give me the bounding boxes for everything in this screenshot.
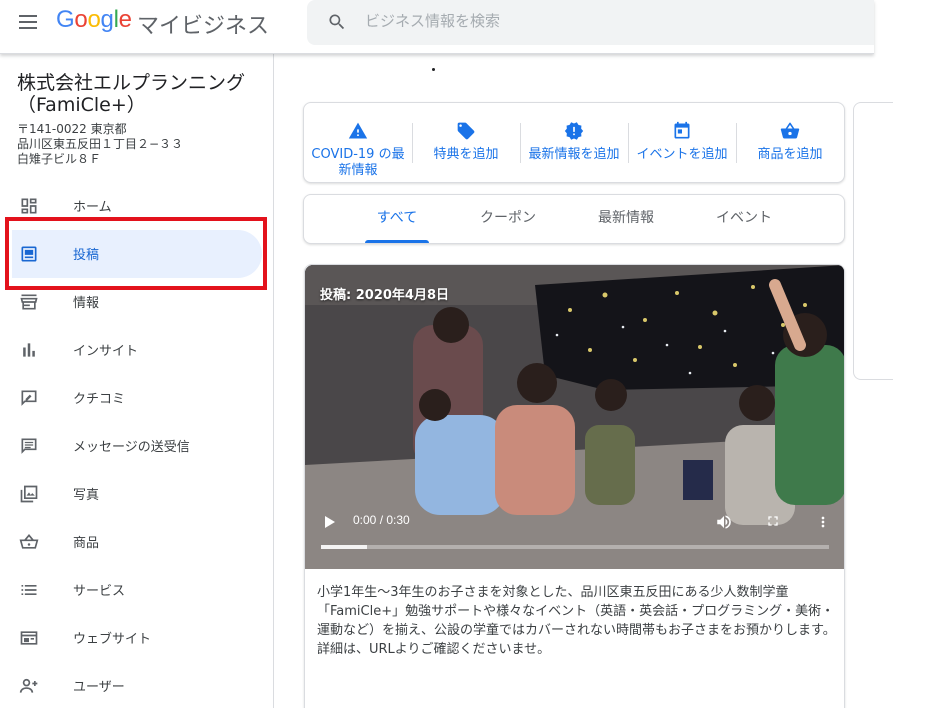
sidebar-item-label: クチコミ xyxy=(73,392,126,407)
storefront-icon xyxy=(20,294,38,310)
basket-icon xyxy=(780,122,800,139)
sidebar-item-reviews[interactable]: クチコミ xyxy=(0,374,262,422)
calendar-icon xyxy=(674,121,690,139)
volume-icon[interactable] xyxy=(715,513,733,531)
add-offer-button[interactable]: 特典を追加 xyxy=(412,103,520,184)
action-label: 特典を追加 xyxy=(433,147,499,162)
google-logo[interactable]: Google xyxy=(56,6,132,34)
search-bar[interactable] xyxy=(307,0,874,45)
sidebar-item-label: 写真 xyxy=(73,488,100,503)
more-vert-icon[interactable] xyxy=(815,513,831,531)
sidebar-item-label: ウェブサイト xyxy=(73,632,152,647)
play-icon[interactable] xyxy=(323,515,337,529)
dashboard-icon xyxy=(21,198,37,214)
sidebar-item-label: 情報 xyxy=(73,296,100,311)
sidebar-item-label: 商品 xyxy=(73,536,100,551)
warning-icon xyxy=(348,122,368,139)
logo-letter: o xyxy=(87,6,101,33)
action-label: 商品を追加 xyxy=(757,147,823,162)
badge-alert-icon xyxy=(564,122,584,140)
tag-icon xyxy=(457,122,475,140)
covid-update-button[interactable]: COVID-19 の最新情報 xyxy=(304,103,412,184)
basket-icon xyxy=(19,534,39,549)
active-tab-indicator xyxy=(365,240,429,243)
create-post-actions: COVID-19 の最新情報 特典を追加 最新情報を追加 イベントを追加 商品を… xyxy=(303,102,845,183)
business-address: 〒141-0022 東京都 品川区東五反田１丁目２−３３ 白雉子ビル８Ｆ xyxy=(17,122,267,167)
sidebar: 株式会社エルプランニング（FamiCle+） 〒141-0022 東京都 品川区… xyxy=(0,54,274,708)
business-name: 株式会社エルプランニング（FamiCle+） xyxy=(17,72,246,116)
video-player[interactable]: 投稿: 2020年4月8日 0:00 / 0:30 xyxy=(305,265,844,569)
product-name: マイビジネス xyxy=(137,14,270,39)
sidebar-item-messages[interactable]: メッセージの送受信 xyxy=(0,422,262,470)
tab-all[interactable]: すべて xyxy=(356,195,438,245)
action-label: COVID-19 の最新情報 xyxy=(311,147,405,178)
sidebar-item-photos[interactable]: 写真 xyxy=(0,470,262,518)
action-label: イベントを追加 xyxy=(636,147,728,162)
video-progress-fill xyxy=(321,545,367,549)
bar-chart-icon xyxy=(23,343,35,357)
sidebar-item-label: サービス xyxy=(73,584,126,599)
add-event-button[interactable]: イベントを追加 xyxy=(628,103,736,184)
address-line: 〒141-0022 東京都 xyxy=(17,122,127,136)
sidebar-item-services[interactable]: サービス xyxy=(0,566,262,614)
list-icon xyxy=(21,585,37,595)
search-icon[interactable] xyxy=(327,12,347,32)
website-icon xyxy=(20,631,38,645)
add-product-button[interactable]: 商品を追加 xyxy=(736,103,844,184)
sidebar-item-insights[interactable]: インサイト xyxy=(0,326,262,374)
menu-icon[interactable] xyxy=(19,14,39,30)
tab-coupons[interactable]: クーポン xyxy=(464,195,552,245)
sidebar-item-website[interactable]: ウェブサイト xyxy=(0,614,262,662)
video-controls: 0:00 / 0:30 xyxy=(305,503,844,569)
post-card: 投稿: 2020年4月8日 0:00 / 0:30 小学1年生〜3年生のお子さま… xyxy=(304,264,845,708)
top-app-bar: Google マイビジネス xyxy=(0,0,874,54)
sidebar-item-users[interactable]: ユーザー xyxy=(0,662,262,708)
stray-dot xyxy=(432,68,435,71)
fullscreen-icon[interactable] xyxy=(765,513,781,529)
message-icon xyxy=(21,438,37,454)
post-filter-tabs: すべて クーポン 最新情報 イベント xyxy=(303,194,845,244)
post-date: 投稿: 2020年4月8日 xyxy=(320,288,449,303)
logo-letter: g xyxy=(100,6,114,33)
right-side-card xyxy=(853,102,893,380)
sidebar-item-label: ユーザー xyxy=(73,680,125,695)
add-update-button[interactable]: 最新情報を追加 xyxy=(520,103,628,184)
highlight-annotation-box xyxy=(5,217,267,290)
sidebar-item-label: メッセージの送受信 xyxy=(73,440,190,455)
tab-updates[interactable]: 最新情報 xyxy=(580,195,672,245)
search-input[interactable] xyxy=(365,10,845,32)
add-user-icon xyxy=(19,678,38,693)
logo-letter: G xyxy=(56,6,75,33)
sidebar-item-label: インサイト xyxy=(73,344,139,359)
sidebar-item-products[interactable]: 商品 xyxy=(0,518,262,566)
logo-letter: o xyxy=(74,6,88,33)
post-body-text: 小学1年生〜3年生のお子さまを対象とした、品川区東五反田にある少人数制学童「Fa… xyxy=(317,585,836,638)
address-line: 品川区東五反田１丁目２−３３ xyxy=(17,137,184,151)
video-progress-bar[interactable] xyxy=(321,545,829,549)
video-time: 0:00 / 0:30 xyxy=(353,513,410,527)
photo-icon xyxy=(20,485,38,503)
logo-letter: e xyxy=(118,6,132,33)
post-body-link-note: 詳細は、URLよりご確認くださいませ。 xyxy=(317,642,551,657)
tab-events[interactable]: イベント xyxy=(698,195,790,245)
address-line: 白雉子ビル８Ｆ xyxy=(17,152,102,166)
action-label: 最新情報を追加 xyxy=(528,147,620,162)
sidebar-item-label: ホーム xyxy=(73,200,112,215)
reviews-icon xyxy=(21,390,37,406)
post-body: 小学1年生〜3年生のお子さまを対象とした、品川区東五反田にある少人数制学童「Fa… xyxy=(317,583,837,659)
